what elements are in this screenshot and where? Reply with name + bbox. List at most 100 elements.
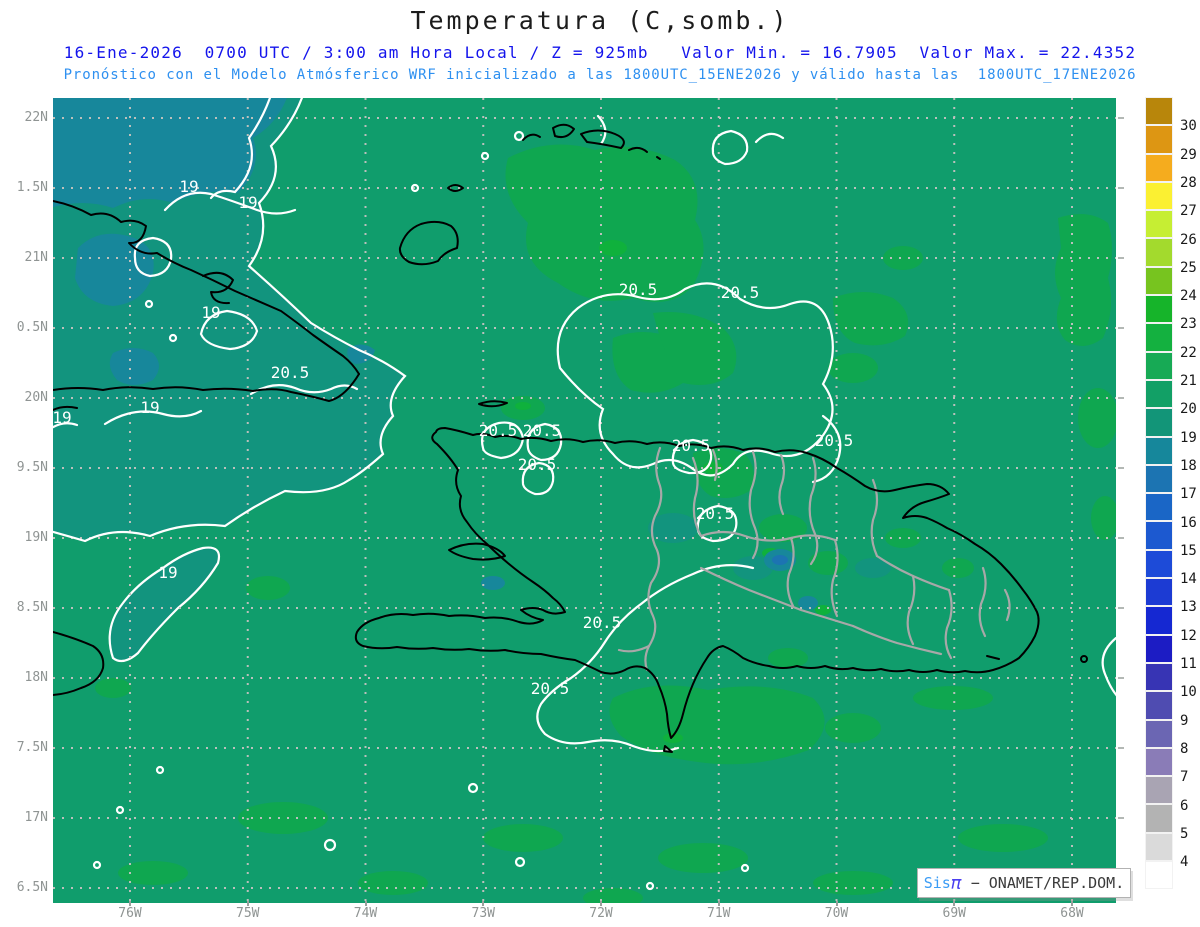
contour-label: 20.5 xyxy=(531,679,570,698)
colorbar-tick-label: 27 xyxy=(1180,203,1197,220)
colorbar-tick-label: 15 xyxy=(1180,542,1197,559)
x-axis-label: 76W xyxy=(118,906,142,921)
right-lat-tick xyxy=(1118,817,1124,819)
contour-label: 20.5 xyxy=(696,504,735,523)
colorbar-cell xyxy=(1145,295,1173,324)
x-axis-label: 74W xyxy=(353,906,378,921)
x-axis-label: 75W xyxy=(236,906,260,921)
right-lat-tick xyxy=(1118,467,1124,469)
colorbar-tick-label: 26 xyxy=(1180,231,1197,248)
x-axis-label: 69W xyxy=(942,906,966,921)
colorbar-cell xyxy=(1145,464,1173,494)
colorbar-cell xyxy=(1145,861,1173,890)
y-axis-label: 8.5N xyxy=(16,600,48,615)
colorbar-cell xyxy=(1145,323,1173,352)
colorbar-cell xyxy=(1145,351,1173,380)
contour-label: 20.5 xyxy=(672,436,711,455)
colorbar-tick-label: 30 xyxy=(1180,118,1197,135)
x-axis-tick xyxy=(953,901,956,906)
y-axis-label: 7.5N xyxy=(16,740,48,755)
colorbar-tick-label: 21 xyxy=(1180,373,1197,389)
x-axis-tick xyxy=(600,901,602,906)
colorbar-tick-label: 16 xyxy=(1180,514,1197,531)
x-axis-label: 70W xyxy=(824,906,849,921)
colorbar-cell xyxy=(1145,804,1173,833)
forecast-datetime-line: 16-Ene-2026 0700 UTC / 3:00 am Hora Loca… xyxy=(63,43,1137,62)
contour-label: 19 xyxy=(158,563,177,582)
right-lat-tick xyxy=(1118,677,1124,679)
colorbar-cell xyxy=(1145,379,1173,409)
colorbar-tick-label: 25 xyxy=(1180,259,1197,276)
colorbar-cell xyxy=(1145,521,1173,550)
temperature-fill-layer xyxy=(50,95,1119,908)
colorbar-cell xyxy=(1145,436,1173,465)
contour-label: 19 xyxy=(179,177,198,196)
contour-label: 19 xyxy=(140,398,159,417)
right-lat-tick xyxy=(1118,607,1124,609)
watermark-product: Sis xyxy=(923,874,951,892)
right-lat-tick xyxy=(1118,747,1124,749)
colorbar-cell xyxy=(1145,238,1173,267)
right-lat-tick xyxy=(1118,397,1124,399)
right-lat-tick xyxy=(1118,537,1124,539)
x-axis-tick xyxy=(717,901,720,906)
colorbar-tick-label: 28 xyxy=(1180,174,1197,191)
right-lat-tick xyxy=(1118,327,1124,329)
x-axis-tick xyxy=(129,901,131,906)
colorbar-tick-label: 29 xyxy=(1180,146,1197,163)
contour-label: 20.5 xyxy=(583,613,622,632)
contour-label: 20.5 xyxy=(815,431,854,450)
colorbar-tick-label: 7 xyxy=(1180,769,1189,786)
contour-label: 20.5 xyxy=(721,283,760,302)
y-axis-label: 0.5N xyxy=(16,320,48,335)
contour-label: 20.5 xyxy=(518,455,557,474)
colorbar-cell xyxy=(1145,832,1173,862)
y-axis-label: 9.5N xyxy=(16,460,48,475)
watermark-organization: − ONAMET/REP.DOM. xyxy=(961,874,1125,892)
x-axis-label: 68W xyxy=(1060,906,1084,921)
colorbar-tick-label: 6 xyxy=(1180,797,1189,814)
y-axis-label: 18N xyxy=(24,670,48,685)
right-lat-tick xyxy=(1118,257,1124,259)
colorbar-cell xyxy=(1145,662,1173,692)
colorbar-tick-label: 12 xyxy=(1180,627,1197,644)
colorbar-cell xyxy=(1145,578,1173,607)
temperature-map-svg: 19191919191920.5 20.520.520.5 20.520.520.5… xyxy=(48,93,1121,908)
colorbar-cell xyxy=(1145,181,1173,211)
x-axis-label: 72W xyxy=(589,906,613,921)
map-plot-area: 19 19 19 19 19 19 20.5 20.5 20.5 20.5 20.5 20.5 20.5… xyxy=(48,93,1121,908)
colorbar-tick-label: 5 xyxy=(1180,825,1189,842)
contour-label: 19 xyxy=(238,193,257,212)
colorbar-tick-label: 11 xyxy=(1180,656,1197,672)
right-lat-tick xyxy=(1118,117,1124,119)
contour-label: 20.5 xyxy=(619,280,658,299)
watermark: Sis π − ONAMET/REP.DOM. xyxy=(917,868,1131,898)
colorbar-cell xyxy=(1145,153,1173,182)
colorbar-cell xyxy=(1145,408,1173,437)
colorbar-cell xyxy=(1145,634,1173,663)
y-axis-label: 17N xyxy=(24,810,48,825)
contour-label: 19 xyxy=(53,408,72,427)
contour-label: 20.5 xyxy=(479,421,518,440)
colorbar-tick-label: 4 xyxy=(1180,854,1189,871)
y-axis-label: 1.5N xyxy=(16,180,48,195)
x-axis-tick xyxy=(364,901,367,906)
y-axis-label: 22N xyxy=(24,110,48,125)
colorbar-tick-label: 22 xyxy=(1180,344,1197,361)
y-axis-label: 21N xyxy=(24,250,48,265)
model-init-line: Pronóstico con el Modelo Atmósferico WRF… xyxy=(63,67,1137,83)
contour-label: 20.5 xyxy=(523,421,562,440)
colorbar-tick-label: 8 xyxy=(1180,740,1189,757)
right-lat-tick xyxy=(1118,187,1124,189)
colorbar-cell xyxy=(1145,719,1173,748)
colorbar-cell xyxy=(1145,96,1173,126)
pi-symbol-icon: π xyxy=(950,872,962,894)
colorbar-cell xyxy=(1145,691,1173,720)
colorbar-tick-label: 24 xyxy=(1180,288,1197,305)
x-axis-label: 71W xyxy=(707,906,731,921)
colorbar-cell xyxy=(1145,606,1173,635)
colorbar-cell xyxy=(1145,266,1173,296)
temperature-colorbar xyxy=(1145,96,1173,890)
colorbar-tick-label: 19 xyxy=(1180,429,1197,446)
colorbar-cell xyxy=(1145,776,1173,805)
